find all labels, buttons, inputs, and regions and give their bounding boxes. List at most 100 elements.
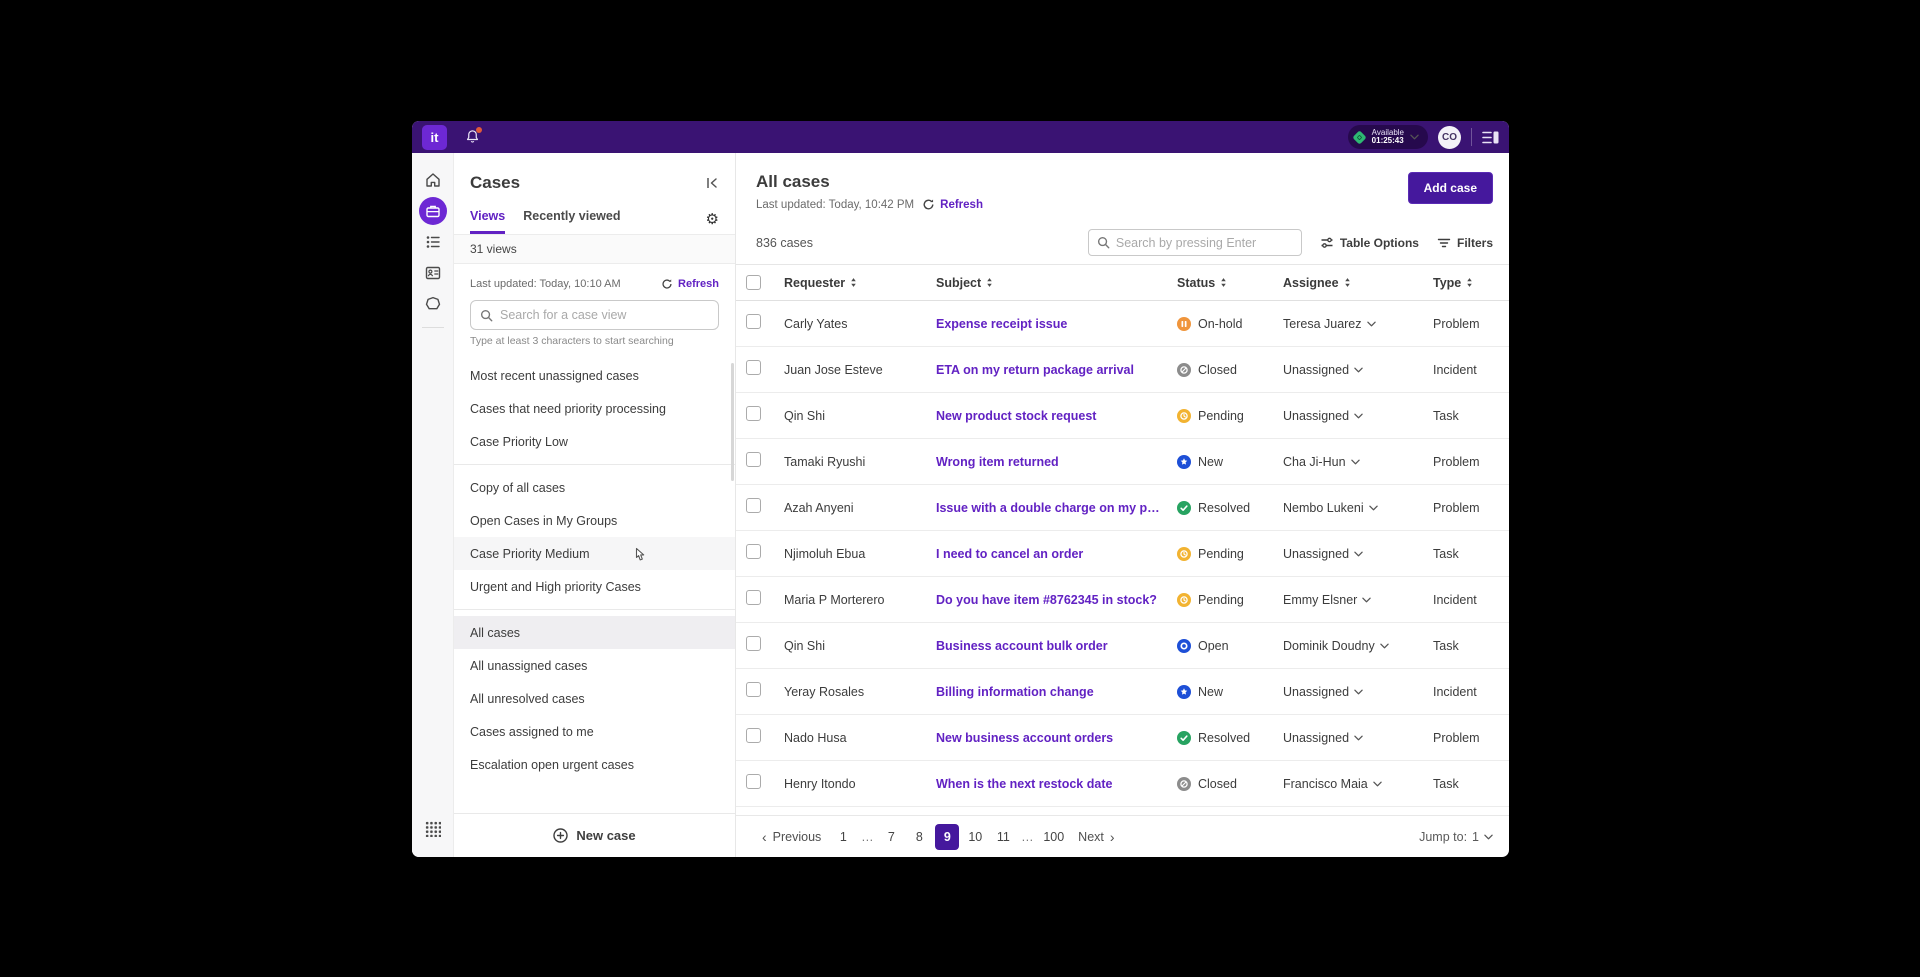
table-search[interactable] [1088,229,1302,256]
assignee-dropdown[interactable]: Unassigned [1283,363,1433,377]
row-checkbox[interactable] [746,360,761,375]
case-view-search-input[interactable] [500,308,709,322]
view-list-item[interactable]: Case Priority Medium [454,537,735,570]
view-list-item[interactable]: Urgent and High priority Cases [454,570,735,603]
assignee-dropdown[interactable]: Francisco Maia [1283,777,1433,791]
column-header[interactable]: Subject [936,276,1177,290]
previous-page-button[interactable]: ‹Previous [762,829,821,845]
page-button[interactable]: 1 [831,824,855,850]
nav-home-icon[interactable] [419,166,447,194]
row-checkbox[interactable] [746,774,761,789]
subject-link[interactable]: Wrong item returned [936,455,1177,469]
new-case-button[interactable]: New case [553,828,635,843]
nav-cases-icon[interactable] [419,197,447,225]
page-button[interactable]: 100 [1039,824,1068,850]
select-all-checkbox[interactable] [746,275,761,290]
requester-cell: Juan Jose Esteve [784,363,936,377]
view-list-item[interactable]: Cases that need priority processing [454,392,735,425]
row-checkbox[interactable] [746,590,761,605]
user-avatar[interactable]: CO [1438,126,1461,149]
subject-link[interactable]: Issue with a double charge on my package… [936,501,1177,515]
subject-link[interactable]: Do you have item #8762345 in stock? [936,593,1177,607]
page-button[interactable]: 9 [935,824,959,850]
assignee-dropdown[interactable]: Unassigned [1283,409,1433,423]
sort-icon[interactable] [850,277,857,288]
tab-recently-viewed[interactable]: Recently viewed [523,209,620,234]
page-button[interactable]: 10 [963,824,987,850]
sort-icon[interactable] [1344,277,1351,288]
subject-link[interactable]: New product stock request [936,409,1177,423]
assignee-dropdown[interactable]: Teresa Juarez [1283,317,1433,331]
table-search-input[interactable] [1116,236,1293,250]
page-button[interactable]: 8 [907,824,931,850]
row-checkbox[interactable] [746,452,761,467]
assignee-dropdown[interactable]: Emmy Elsner [1283,593,1433,607]
sidebar-scrollbar[interactable] [731,363,734,481]
main-refresh-button[interactable]: Refresh [922,198,983,211]
page-button[interactable]: 7 [879,824,903,850]
tab-views[interactable]: Views [470,209,505,234]
row-checkbox[interactable] [746,406,761,421]
column-header[interactable]: Status [1177,276,1283,290]
subject-link[interactable]: When is the next restock date [936,777,1177,791]
nav-automations-icon[interactable] [419,290,447,318]
notifications-bell-icon[interactable] [465,129,481,145]
panel-toggle-icon[interactable] [1482,130,1499,145]
row-checkbox[interactable] [746,544,761,559]
app-logo[interactable]: it [422,125,447,150]
row-checkbox[interactable] [746,682,761,697]
availability-status-pill[interactable]: Available 01:25:43 [1348,125,1428,149]
table-row: Maria P MortereroDo you have item #87623… [736,577,1509,623]
view-list-item[interactable]: All cases [454,616,735,649]
row-checkbox-cell [746,636,784,656]
row-checkbox[interactable] [746,636,761,651]
assignee-dropdown[interactable]: Nembo Lukeni [1283,501,1433,515]
assignee-dropdown[interactable]: Dominik Doudny [1283,639,1433,653]
row-checkbox[interactable] [746,728,761,743]
subject-link[interactable]: Billing information change [936,685,1177,699]
assignee-dropdown[interactable]: Cha Ji-Hun [1283,455,1433,469]
row-checkbox[interactable] [746,314,761,329]
page-button[interactable]: 11 [991,824,1015,850]
column-header[interactable]: Assignee [1283,276,1433,290]
sort-icon[interactable] [986,277,993,288]
column-header[interactable]: Requester [784,276,936,290]
sidebar-refresh-button[interactable]: Refresh [661,278,719,290]
column-header[interactable]: Type [1433,276,1495,290]
filters-button[interactable]: Filters [1437,236,1493,250]
view-list-item[interactable]: Cases assigned to me [454,715,735,748]
apps-waffle-icon[interactable] [419,815,447,843]
assignee-dropdown[interactable]: Unassigned [1283,731,1433,745]
subject-link[interactable]: ETA on my return package arrival [936,363,1177,377]
row-checkbox-cell [746,406,784,426]
view-list-item[interactable]: Escalation open urgent cases [454,748,735,781]
nav-queues-icon[interactable] [419,228,447,256]
table-options-button[interactable]: Table Options [1320,236,1419,250]
view-list-item[interactable]: Case Priority Low [454,425,735,458]
view-list-item[interactable]: Copy of all cases [454,471,735,504]
assignee-dropdown[interactable]: Unassigned [1283,685,1433,699]
next-page-button[interactable]: Next› [1078,829,1114,845]
assignee-dropdown[interactable]: Unassigned [1283,547,1433,561]
sort-icon[interactable] [1220,277,1227,288]
subject-link[interactable]: New business account orders [936,731,1177,745]
view-list-item[interactable]: Open Cases in My Groups [454,504,735,537]
sort-icon[interactable] [1466,277,1473,288]
nav-contacts-icon[interactable] [419,259,447,287]
row-checkbox[interactable] [746,498,761,513]
view-list-item[interactable]: Most recent unassigned cases [454,359,735,392]
collapse-sidebar-icon[interactable] [705,176,719,190]
row-checkbox-cell [746,682,784,702]
requester-cell: Qin Shi [784,639,936,653]
subject-link[interactable]: Expense receipt issue [936,317,1177,331]
view-list-item[interactable]: All unresolved cases [454,682,735,715]
add-case-button[interactable]: Add case [1408,172,1493,204]
view-list-item[interactable]: All unassigned cases [454,649,735,682]
jump-to-page[interactable]: Jump to: 1 [1419,830,1493,844]
gear-icon[interactable]: ⚙ [706,210,719,234]
case-view-search[interactable] [470,300,719,330]
subject-link[interactable]: I need to cancel an order [936,547,1177,561]
requester-cell: Carly Yates [784,317,936,331]
subject-link[interactable]: Business account bulk order [936,639,1177,653]
status-cell: Resolved [1177,731,1283,745]
